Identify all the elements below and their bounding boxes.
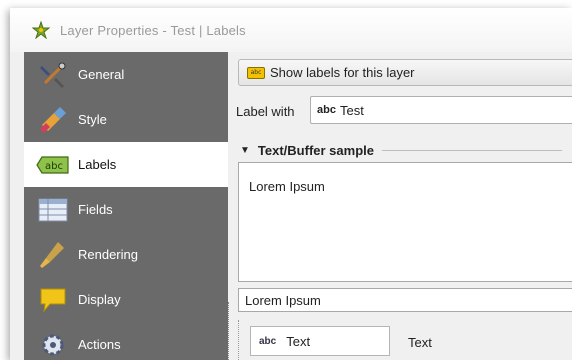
sidebar-item-general[interactable]: General <box>24 52 228 97</box>
preview-text: Lorem Ipsum <box>249 179 325 194</box>
splitter-handle-vertical[interactable] <box>238 320 241 360</box>
text-buffer-sample-header[interactable]: ▼ Text/Buffer sample <box>240 140 572 160</box>
tab-text[interactable]: abc Text <box>250 326 390 356</box>
text-field-icon: abc <box>317 104 336 116</box>
sidebar: General Style abc Labels Fields Renderin… <box>24 52 229 360</box>
labels-icon: abc <box>36 150 70 180</box>
sidebar-item-fields[interactable]: Fields <box>24 187 228 232</box>
sidebar-item-actions[interactable]: Actions <box>24 322 228 360</box>
sidebar-item-display[interactable]: Display <box>24 277 228 322</box>
sidebar-item-label: Rendering <box>78 247 138 262</box>
fields-icon <box>36 195 70 225</box>
svg-text:abc: abc <box>45 161 63 172</box>
sidebar-item-label: General <box>78 67 125 82</box>
actions-icon <box>36 330 70 360</box>
qgis-logo-icon <box>32 21 50 39</box>
general-icon <box>36 60 70 90</box>
text-settings-caption: Text <box>408 335 432 350</box>
label-toggle-icon: abc <box>247 66 265 79</box>
show-labels-toggle[interactable]: abc Show labels for this layer <box>238 59 572 86</box>
sidebar-item-label: Display <box>78 292 121 307</box>
sidebar-item-labels[interactable]: abc Labels <box>24 142 228 187</box>
sidebar-item-label: Actions <box>78 337 121 352</box>
labels-panel: abc Show labels for this layer Label wit… <box>232 52 572 360</box>
layer-properties-window: Layer Properties - Test | Labels General <box>10 8 572 360</box>
show-labels-label: Show labels for this layer <box>270 65 415 80</box>
label-with-caption: Label with <box>236 104 295 119</box>
sidebar-item-label: Fields <box>78 202 113 217</box>
label-preview-box: Lorem Ipsum <box>238 162 572 282</box>
sample-text-input[interactable]: Lorem Ipsum <box>238 288 572 312</box>
display-icon <box>36 285 70 315</box>
section-divider <box>381 149 562 151</box>
settings-tabs-row: abc Text Text <box>238 320 572 360</box>
collapse-triangle-icon: ▼ <box>240 144 250 156</box>
rendering-icon <box>36 240 70 270</box>
sidebar-item-rendering[interactable]: Rendering <box>24 232 228 277</box>
label-with-value: Test <box>339 102 364 118</box>
style-icon <box>36 105 70 135</box>
window-title: Layer Properties - Test | Labels <box>60 22 246 38</box>
sidebar-item-label: Style <box>78 112 107 127</box>
text-tab-icon: abc <box>259 335 277 347</box>
tab-text-label: Text <box>286 333 311 349</box>
sidebar-item-label: Labels <box>78 157 117 172</box>
section-title: Text/Buffer sample <box>257 142 374 158</box>
sidebar-item-style[interactable]: Style <box>24 97 228 142</box>
sample-text-value: Lorem Ipsum <box>245 292 321 308</box>
label-with-field[interactable]: abc Test <box>310 96 572 124</box>
title-bar: Layer Properties - Test | Labels <box>10 8 572 52</box>
